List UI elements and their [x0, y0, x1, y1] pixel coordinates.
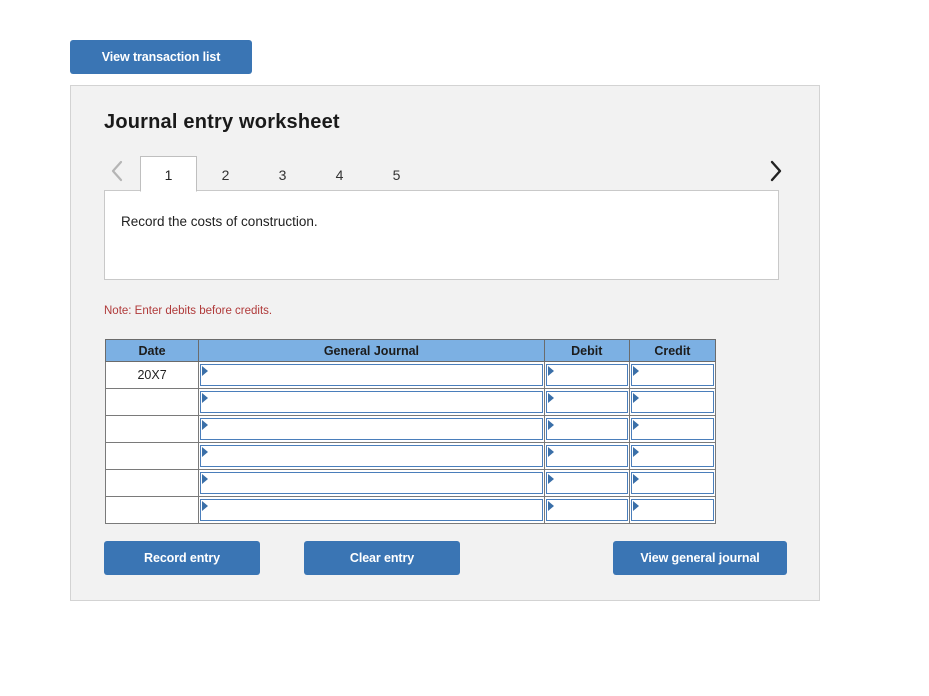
table-row — [104, 415, 717, 443]
chevron-left-icon[interactable] — [104, 156, 130, 186]
tab-list: 1 2 3 4 5 — [140, 152, 425, 192]
general-journal-cell-1[interactable] — [198, 361, 545, 389]
account-dropdown-2[interactable] — [200, 391, 543, 413]
tab-navigation: 1 2 3 4 5 — [104, 152, 788, 192]
column-header-date: Date — [104, 339, 200, 362]
date-cell-5[interactable] — [104, 469, 200, 497]
debit-input-2[interactable] — [545, 391, 628, 413]
journal-entry-worksheet-panel: Journal entry worksheet 1 2 3 4 5 Record… — [70, 85, 820, 601]
table-row — [104, 469, 717, 497]
credit-input-3[interactable] — [630, 418, 714, 440]
tab-4[interactable]: 4 — [311, 156, 368, 192]
date-cell-4[interactable] — [104, 442, 200, 470]
chevron-right-icon[interactable] — [762, 156, 788, 186]
debit-cell-6[interactable] — [543, 496, 630, 524]
date-cell-1[interactable]: 20X7 — [104, 361, 200, 389]
credit-input-5[interactable] — [630, 472, 714, 494]
column-header-debit: Debit — [543, 339, 630, 362]
journal-entry-page: View transaction list Journal entry work… — [0, 0, 929, 696]
general-journal-cell-5[interactable] — [198, 469, 545, 497]
account-dropdown-1[interactable] — [200, 364, 543, 386]
table-row: 20X7 — [104, 361, 717, 389]
tab-2[interactable]: 2 — [197, 156, 254, 192]
column-header-general-journal: General Journal — [198, 339, 545, 362]
journal-entry-table: Date General Journal Debit Credit 20X7 — [104, 339, 717, 524]
credit-cell-4[interactable] — [628, 442, 717, 470]
transaction-description-box: Record the costs of construction. — [104, 190, 779, 280]
account-dropdown-4[interactable] — [200, 445, 543, 467]
credit-input-6[interactable] — [630, 499, 714, 521]
general-journal-cell-2[interactable] — [198, 388, 545, 416]
account-dropdown-3[interactable] — [200, 418, 543, 440]
credit-cell-6[interactable] — [628, 496, 717, 524]
debit-cell-5[interactable] — [543, 469, 630, 497]
column-header-credit: Credit — [628, 339, 717, 362]
transaction-description-text: Record the costs of construction. — [121, 214, 318, 229]
tab-3[interactable]: 3 — [254, 156, 311, 192]
debit-input-4[interactable] — [545, 445, 628, 467]
date-cell-6[interactable] — [104, 496, 200, 524]
general-journal-cell-6[interactable] — [198, 496, 545, 524]
debit-cell-2[interactable] — [543, 388, 630, 416]
debits-before-credits-note: Note: Enter debits before credits. — [104, 305, 273, 317]
debit-cell-4[interactable] — [543, 442, 630, 470]
table-row — [104, 442, 717, 470]
general-journal-cell-4[interactable] — [198, 442, 545, 470]
page-title: Journal entry worksheet — [104, 111, 340, 133]
account-dropdown-5[interactable] — [200, 472, 543, 494]
credit-input-1[interactable] — [630, 364, 714, 386]
debit-input-6[interactable] — [545, 499, 628, 521]
table-row — [104, 496, 717, 524]
credit-input-2[interactable] — [630, 391, 714, 413]
table-row — [104, 388, 717, 416]
clear-entry-button[interactable]: Clear entry — [304, 541, 460, 575]
table-header-row: Date General Journal Debit Credit — [104, 339, 717, 362]
debit-cell-1[interactable] — [543, 361, 630, 389]
view-general-journal-button[interactable]: View general journal — [613, 541, 787, 575]
credit-cell-2[interactable] — [628, 388, 717, 416]
date-cell-3[interactable] — [104, 415, 200, 443]
tab-1[interactable]: 1 — [140, 156, 197, 192]
general-journal-cell-3[interactable] — [198, 415, 545, 443]
date-cell-2[interactable] — [104, 388, 200, 416]
debit-input-3[interactable] — [545, 418, 628, 440]
record-entry-button[interactable]: Record entry — [104, 541, 260, 575]
credit-cell-5[interactable] — [628, 469, 717, 497]
tab-5[interactable]: 5 — [368, 156, 425, 192]
credit-cell-3[interactable] — [628, 415, 717, 443]
debit-input-5[interactable] — [545, 472, 628, 494]
credit-cell-1[interactable] — [628, 361, 717, 389]
credit-input-4[interactable] — [630, 445, 714, 467]
debit-input-1[interactable] — [545, 364, 628, 386]
account-dropdown-6[interactable] — [200, 499, 543, 521]
debit-cell-3[interactable] — [543, 415, 630, 443]
view-transaction-list-button[interactable]: View transaction list — [70, 40, 252, 74]
